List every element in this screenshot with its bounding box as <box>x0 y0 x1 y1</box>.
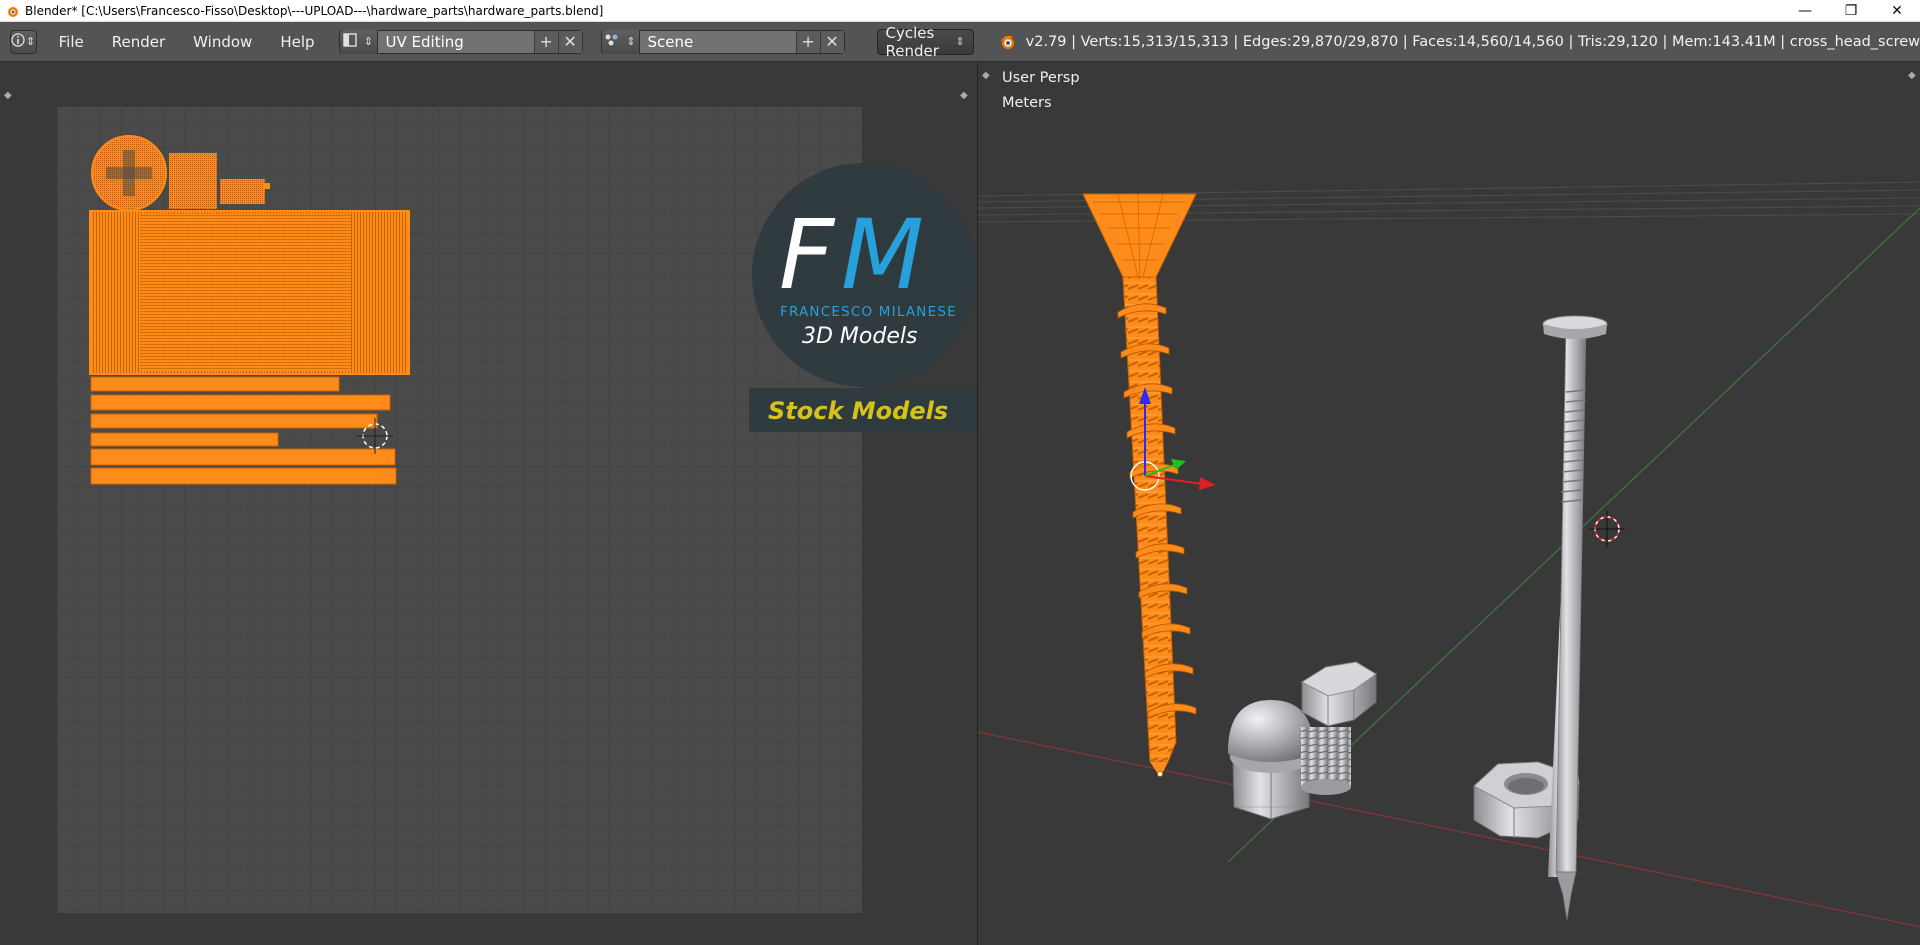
uv-image-editor[interactable]: ◆ ◆ <box>0 62 976 945</box>
scene-name[interactable]: Scene <box>639 30 796 53</box>
add-screen-button[interactable]: + <box>533 30 558 53</box>
dropdown-arrows-icon: ⇕ <box>363 35 374 48</box>
dropdown-arrows-icon: ⇕ <box>26 35 36 48</box>
scene-icon <box>604 33 620 50</box>
menu-help[interactable]: Help <box>274 29 320 55</box>
dropdown-arrows-icon: ⇕ <box>626 35 636 48</box>
render-engine-dropdown[interactable]: Cycles Render ⇕ <box>876 24 974 60</box>
uv-island-strip[interactable] <box>90 448 396 466</box>
close-icon: ✕ <box>563 32 577 51</box>
delete-screen-button[interactable]: ✕ <box>557 30 582 53</box>
close-window-button[interactable]: ✕ <box>1874 0 1920 22</box>
window-titlebar: Blender* [C:\Users\Francesco-Fisso\Deskt… <box>0 0 1920 22</box>
scene-selector: ⇕ Scene + ✕ <box>600 29 845 54</box>
menu-file[interactable]: File <box>53 29 90 55</box>
add-scene-button[interactable]: + <box>795 30 820 53</box>
3d-scene[interactable] <box>978 62 1920 945</box>
plus-icon: + <box>801 32 815 51</box>
cross-head-screw[interactable] <box>1082 193 1197 777</box>
close-icon: ✕ <box>825 32 839 51</box>
uv-island-strip[interactable] <box>90 432 279 447</box>
blender-logo-icon <box>998 32 1016 52</box>
uv-island-strip[interactable] <box>90 467 397 485</box>
uv-island-strip[interactable] <box>90 394 391 411</box>
menu-window[interactable]: Window <box>187 29 258 55</box>
dropdown-arrows-icon: ⇕ <box>955 35 965 48</box>
uv-island-thread[interactable] <box>89 210 410 375</box>
plus-icon: + <box>539 32 553 51</box>
delete-scene-button[interactable]: ✕ <box>819 30 844 53</box>
menu-render[interactable]: Render <box>106 29 171 55</box>
uv-island-dot[interactable] <box>264 183 270 189</box>
uv-island-strip[interactable] <box>90 413 378 429</box>
uv-island-screw-head[interactable] <box>91 135 167 211</box>
scene-browse-button[interactable]: ⇕ <box>601 29 640 54</box>
minimize-button[interactable]: — <box>1782 0 1828 22</box>
layout-icon <box>343 33 357 50</box>
uv-island-small-block[interactable] <box>220 179 265 204</box>
uv-island-small-block[interactable] <box>169 153 217 209</box>
nail[interactable] <box>1542 315 1608 921</box>
editor-type-button[interactable]: ⇕ <box>10 29 37 54</box>
info-icon <box>11 33 25 50</box>
hex-bolt[interactable] <box>1301 661 1377 795</box>
blender-app-icon <box>4 3 20 19</box>
window-title: Blender* [C:\Users\Francesco-Fisso\Deskt… <box>25 3 604 18</box>
uv-island-strip[interactable] <box>90 376 340 392</box>
render-engine-label: Cycles Render <box>885 23 939 60</box>
restore-button[interactable]: ❐ <box>1828 0 1874 22</box>
info-header: ⇕ File Render Window Help ⇕ UV Editing +… <box>0 22 1920 62</box>
3d-viewport[interactable]: ◆ ◆ User Persp Meters <box>977 62 1920 945</box>
x-axis-line <box>978 731 1920 928</box>
screen-layout-browse-button[interactable]: ⇕ <box>339 29 378 54</box>
scene-statistics: v2.79 | Verts:15,313/15,313 | Edges:29,8… <box>1025 33 1920 50</box>
screen-layout-selector: ⇕ UV Editing + ✕ <box>338 29 583 54</box>
screen-layout-name[interactable]: UV Editing <box>377 30 534 53</box>
uv-canvas[interactable] <box>0 62 976 945</box>
